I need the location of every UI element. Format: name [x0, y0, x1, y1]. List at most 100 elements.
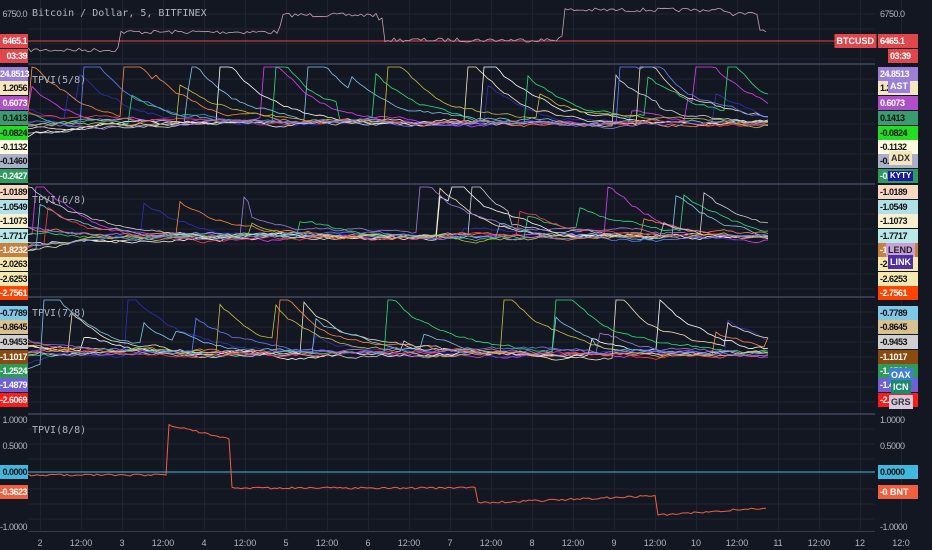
series-tag-ast: AST	[888, 79, 910, 93]
value-label: -1.4879	[0, 378, 28, 392]
time-tick: 12	[854, 538, 866, 548]
pane-title: TPVI(5/8)	[32, 75, 87, 86]
value-label: -0.8645	[878, 320, 918, 334]
value-label: -2.7561	[878, 286, 918, 300]
series-tag-bnt: BNT	[888, 485, 911, 499]
series-line	[28, 66, 769, 127]
value-label: -0.9453	[0, 335, 28, 349]
time-tick: 12:00	[69, 538, 93, 548]
value-label: -1.0189	[0, 185, 28, 199]
time-tick: 2	[37, 538, 43, 548]
value-label: -1.0549	[878, 200, 918, 214]
value-label: -0.9453	[878, 335, 918, 349]
value-label: -1.1073	[878, 214, 918, 228]
value-label: -0.1132	[0, 140, 28, 154]
series-tag-kyty: KYTY	[888, 171, 914, 181]
value-label: -0.0824	[878, 126, 918, 140]
tpvi-7-pane[interactable]: TPVI(7/8)	[28, 298, 875, 415]
time-tick: 12:00	[725, 538, 749, 548]
value-label: -2.6069	[0, 393, 28, 407]
series-tag-link: LINK	[888, 255, 913, 269]
value-label: -1.7717	[878, 229, 918, 243]
btc-price-pane[interactable]: Bitcoin / Dollar, 5, BITFINEX	[28, 0, 875, 65]
series-tag-adx: ADX	[889, 151, 913, 165]
series-line	[28, 66, 769, 129]
value-label: -1.2524	[0, 364, 28, 378]
price-label: 6465.1	[878, 34, 918, 48]
time-tick: 11	[773, 538, 783, 548]
axis-label: -1.0000	[880, 522, 908, 532]
value-label: 0.1413	[0, 111, 28, 125]
value-label: -1.1017	[0, 350, 28, 364]
countdown-label: 03:39	[0, 49, 28, 63]
value-label: 0.1413	[878, 111, 918, 125]
time-tick: 12:00	[643, 538, 667, 548]
axis-label: 0.5000	[880, 441, 905, 451]
time-tick: 12:00	[807, 538, 831, 548]
axis-label: 6750.0	[880, 9, 905, 19]
tpvi-5-pane[interactable]: TPVI(5/8)	[28, 65, 875, 185]
axis-label: -1.0000	[0, 522, 28, 532]
time-tick: 12:00	[315, 538, 339, 548]
series-tag-grs: GRS	[889, 395, 913, 409]
time-tick: 10	[690, 538, 702, 548]
time-tick: 6	[365, 538, 371, 548]
time-tick: 3	[119, 538, 125, 548]
value-label: -1.0549	[0, 200, 28, 214]
time-tick: 12:00	[233, 538, 257, 548]
tpvi-8-pane[interactable]: TPVI(8/8)	[28, 415, 875, 532]
series-line	[28, 186, 769, 239]
time-tick: 5	[283, 538, 289, 548]
time-tick: 7	[447, 538, 453, 548]
time-tick: 8	[529, 538, 535, 548]
value-label: -1.1073	[0, 214, 28, 228]
value-label: -0.7789	[0, 306, 28, 320]
value-label: -2.6253	[0, 272, 28, 286]
value-label: -2.6253	[878, 272, 918, 286]
time-tick: 9	[611, 538, 617, 548]
value-label: 1.2056	[0, 81, 28, 95]
value-label: 0.0000	[0, 465, 28, 479]
series-tag-icn: ICN	[891, 380, 911, 394]
value-label: 0.6073	[0, 96, 28, 110]
left-price-axis[interactable]: 6750.0 6465.1 03:39 24.8513 1.2056 0.607…	[0, 0, 30, 550]
value-label: -0.0824	[0, 126, 28, 140]
time-tick: 4	[201, 538, 207, 548]
tpvi-7-lines	[28, 299, 875, 403]
value-label: -2.7561	[0, 286, 28, 300]
value-label: -0.7789	[878, 306, 918, 320]
pane-title: TPVI(8/8)	[32, 425, 87, 436]
value-label: -1.7717	[0, 229, 28, 243]
value-label: -0.3623	[0, 485, 28, 499]
symbol-title: Bitcoin / Dollar, 5, BITFINEX	[32, 8, 207, 19]
value-label: -1.8232	[0, 243, 28, 257]
series-line	[28, 195, 769, 252]
value-label: -0.1460	[0, 154, 28, 168]
value-label: -1.1017	[878, 350, 918, 364]
time-tick: 12:00	[479, 538, 503, 548]
value-label: -1.0189	[878, 185, 918, 199]
value-label: 24.8513	[0, 67, 30, 81]
series-line	[28, 66, 769, 125]
tpvi-6-lines	[28, 186, 875, 290]
value-label: -2.0263	[0, 257, 28, 271]
countdown-label: 03:39	[888, 49, 918, 63]
value-label: -0.8645	[0, 320, 28, 334]
tpvi-6-pane[interactable]: TPVI(6/8)	[28, 185, 875, 298]
time-tick: 12:00	[151, 538, 175, 548]
value-label: -0.2427	[0, 169, 28, 183]
pane-title: TPVI(6/8)	[32, 195, 87, 206]
pane-title: TPVI(7/8)	[32, 308, 87, 319]
axis-label: 6750.0	[2, 9, 27, 19]
time-tick: 12:00	[397, 538, 421, 548]
series-tag-btcusd: BTCUSD	[834, 34, 876, 48]
axis-label: 0.5000	[2, 441, 27, 451]
value-label: 0.0000	[878, 465, 918, 479]
time-axis[interactable]: 2 12:00 3 12:00 4 12:00 5 12:00 6 12:00 7 12:00 8 12:…	[28, 532, 909, 550]
value-label: 0.6073	[878, 96, 918, 110]
time-tick: 12:0	[892, 538, 910, 548]
tpvi-8-line	[28, 423, 767, 516]
price-label: 6465.1	[0, 34, 28, 48]
axis-label: 1.0000	[2, 415, 27, 425]
time-tick: 12:00	[561, 538, 585, 548]
